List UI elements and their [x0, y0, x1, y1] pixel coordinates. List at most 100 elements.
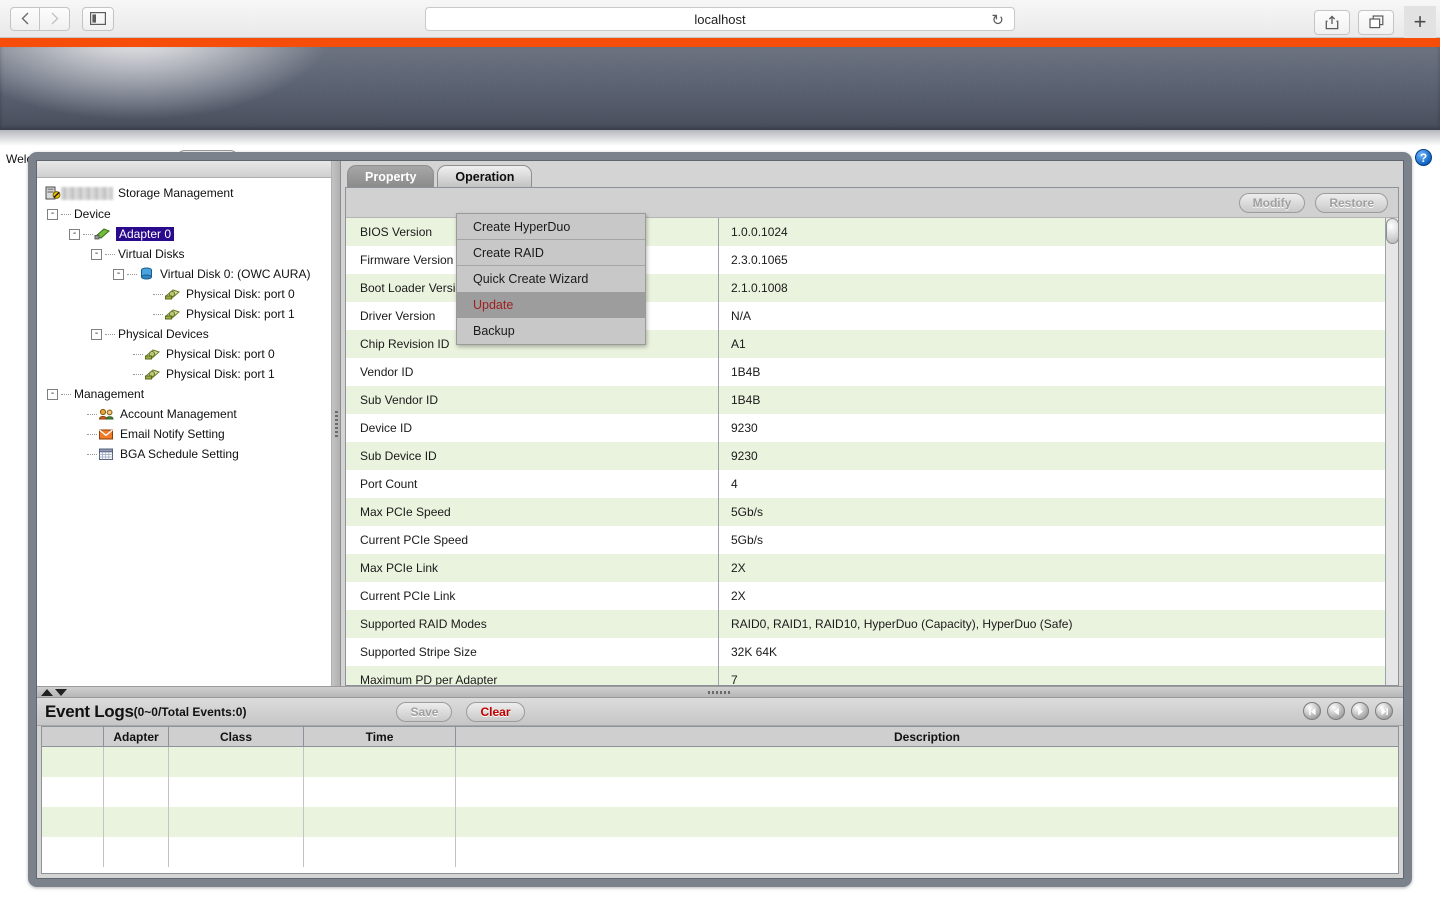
expander-icon[interactable]: -	[47, 388, 58, 400]
modify-button[interactable]: Modify	[1238, 192, 1306, 213]
cell-class	[169, 777, 304, 807]
tree-item-physical-disk-port-0-vd[interactable]: Physical Disk: port 0	[43, 284, 331, 304]
tree-item-physical-disk-port-1-pd[interactable]: Physical Disk: port 1	[43, 364, 331, 384]
prev-page-icon[interactable]	[1327, 702, 1345, 720]
property-value: 9230	[731, 421, 758, 435]
property-name: Supported RAID Modes	[360, 617, 487, 631]
tree-item-management[interactable]: - Management	[43, 384, 331, 404]
browser-right-buttons: +	[1314, 6, 1436, 38]
first-page-icon[interactable]	[1303, 702, 1321, 720]
table-row	[42, 837, 1398, 867]
tree-connector	[61, 393, 71, 395]
property-name: Maximum PD per Adapter	[360, 673, 498, 685]
tree-item-adapter-0[interactable]: - Adapter 0	[43, 224, 331, 244]
last-page-icon[interactable]	[1375, 702, 1393, 720]
horizontal-splitter[interactable]	[37, 686, 1403, 698]
event-logs-table: Adapter Class Time Description	[41, 726, 1399, 874]
physical-disk-icon	[145, 369, 160, 380]
collapse-up-icon[interactable]	[41, 688, 53, 696]
cell-time	[304, 747, 456, 777]
tree-item-account-management[interactable]: Account Management	[43, 404, 331, 424]
tree-item-email-notify-setting[interactable]: Email Notify Setting	[43, 424, 331, 444]
cell-blank	[42, 837, 104, 867]
expander-icon[interactable]: -	[91, 248, 102, 260]
save-logs-button[interactable]: Save	[396, 701, 453, 722]
tree-item-label: Account Management	[120, 407, 237, 421]
table-row	[42, 807, 1398, 837]
navigation-buttons	[10, 6, 70, 31]
event-logs-header: Event Logs (0~0/Total Events:0) Save Cle…	[37, 698, 1403, 726]
expander-icon[interactable]: -	[47, 208, 58, 220]
tree-connector	[153, 313, 163, 315]
content-panel: Property Operation Modify Restore BIOS V…	[341, 161, 1403, 686]
cell-blank	[42, 777, 104, 807]
property-value: 2.1.0.1008	[731, 281, 788, 295]
cell-adapter	[104, 837, 169, 867]
tree-item-physical-disk-port-1-vd[interactable]: Physical Disk: port 1	[43, 304, 331, 324]
menu-item-quick-create-wizard[interactable]: Quick Create Wizard	[457, 266, 645, 292]
back-button[interactable]	[10, 6, 40, 31]
address-bar[interactable]: localhost ↻	[425, 7, 1015, 31]
property-value: A1	[731, 337, 746, 351]
tree-item-physical-disk-port-0-pd[interactable]: Physical Disk: port 0	[43, 344, 331, 364]
table-row	[42, 747, 1398, 777]
show-tabs-icon	[1368, 15, 1383, 29]
vertical-splitter[interactable]	[332, 161, 341, 686]
property-name: Max PCIe Link	[360, 561, 439, 575]
event-logs-pager	[1303, 702, 1393, 720]
table-row: Supported Stripe Size 32K 64K	[346, 638, 1385, 666]
forward-button[interactable]	[40, 6, 70, 31]
tree-item-virtual-disk-0[interactable]: - Virtual Disk 0: (OWC AURA)	[43, 264, 331, 284]
storage-management-icon	[45, 186, 61, 199]
property-name: Supported Stripe Size	[360, 645, 477, 659]
tree-item-label: BGA Schedule Setting	[120, 447, 239, 461]
application-inner: Storage Management - Device - Adapter 0 …	[36, 160, 1404, 879]
restore-button[interactable]: Restore	[1315, 192, 1388, 213]
tree-item-label: Device	[74, 207, 111, 221]
tree-item-physical-devices[interactable]: - Physical Devices	[43, 324, 331, 344]
expander-icon[interactable]: -	[113, 268, 124, 280]
tree-item-bga-schedule-setting[interactable]: BGA Schedule Setting	[43, 444, 331, 464]
sidebar-toggle-icon	[90, 12, 106, 25]
menu-item-backup[interactable]: Backup	[457, 318, 645, 344]
collapse-down-icon[interactable]	[55, 688, 67, 696]
table-row: Current PCIe Link 2X	[346, 582, 1385, 610]
menu-item-update[interactable]: Update	[457, 292, 645, 318]
clear-logs-button[interactable]: Clear	[466, 701, 525, 722]
physical-disk-icon	[165, 289, 180, 300]
menu-item-create-raid[interactable]: Create RAID	[457, 240, 645, 266]
next-page-icon[interactable]	[1351, 702, 1369, 720]
new-tab-button[interactable]: +	[1404, 6, 1436, 38]
physical-disk-icon	[165, 309, 180, 320]
sidebar-toggle-button[interactable]	[82, 6, 114, 31]
property-name: Max PCIe Speed	[360, 505, 451, 519]
property-table-scrollbar[interactable]	[1385, 218, 1398, 685]
tree-root[interactable]: Storage Management	[43, 182, 331, 204]
show-tabs-button[interactable]	[1358, 9, 1394, 35]
property-name: Sub Vendor ID	[360, 393, 439, 407]
tree-connector	[61, 213, 71, 215]
tree-item-label: Physical Disk: port 1	[186, 307, 295, 321]
tree-connector	[87, 433, 97, 435]
expander-icon[interactable]: -	[69, 228, 80, 240]
tree-item-virtual-disks[interactable]: - Virtual Disks	[43, 244, 331, 264]
accent-bar	[0, 38, 1440, 47]
table-row: Vendor ID 1B4B	[346, 358, 1385, 386]
property-value: 32K 64K	[731, 645, 778, 659]
tree-item-label: Physical Devices	[118, 327, 209, 341]
tab-property[interactable]: Property	[347, 165, 435, 187]
help-icon[interactable]: ?	[1415, 149, 1432, 166]
tree-item-device[interactable]: - Device	[43, 204, 331, 224]
tab-operation[interactable]: Operation	[437, 165, 533, 187]
banner-shadow	[0, 130, 1440, 146]
property-value: 1.0.0.1024	[731, 225, 788, 239]
navigation-tree-panel: Storage Management - Device - Adapter 0 …	[37, 161, 332, 686]
property-value: 2X	[731, 589, 746, 603]
expander-icon[interactable]: -	[91, 328, 102, 340]
scrollbar-thumb[interactable]	[1386, 218, 1398, 244]
share-button[interactable]	[1314, 9, 1350, 35]
reload-icon[interactable]: ↻	[991, 11, 1004, 29]
table-row: Port Count 4	[346, 470, 1385, 498]
menu-item-create-hyperduo[interactable]: Create HyperDuo	[457, 214, 645, 240]
tree-item-label: Email Notify Setting	[120, 427, 225, 441]
